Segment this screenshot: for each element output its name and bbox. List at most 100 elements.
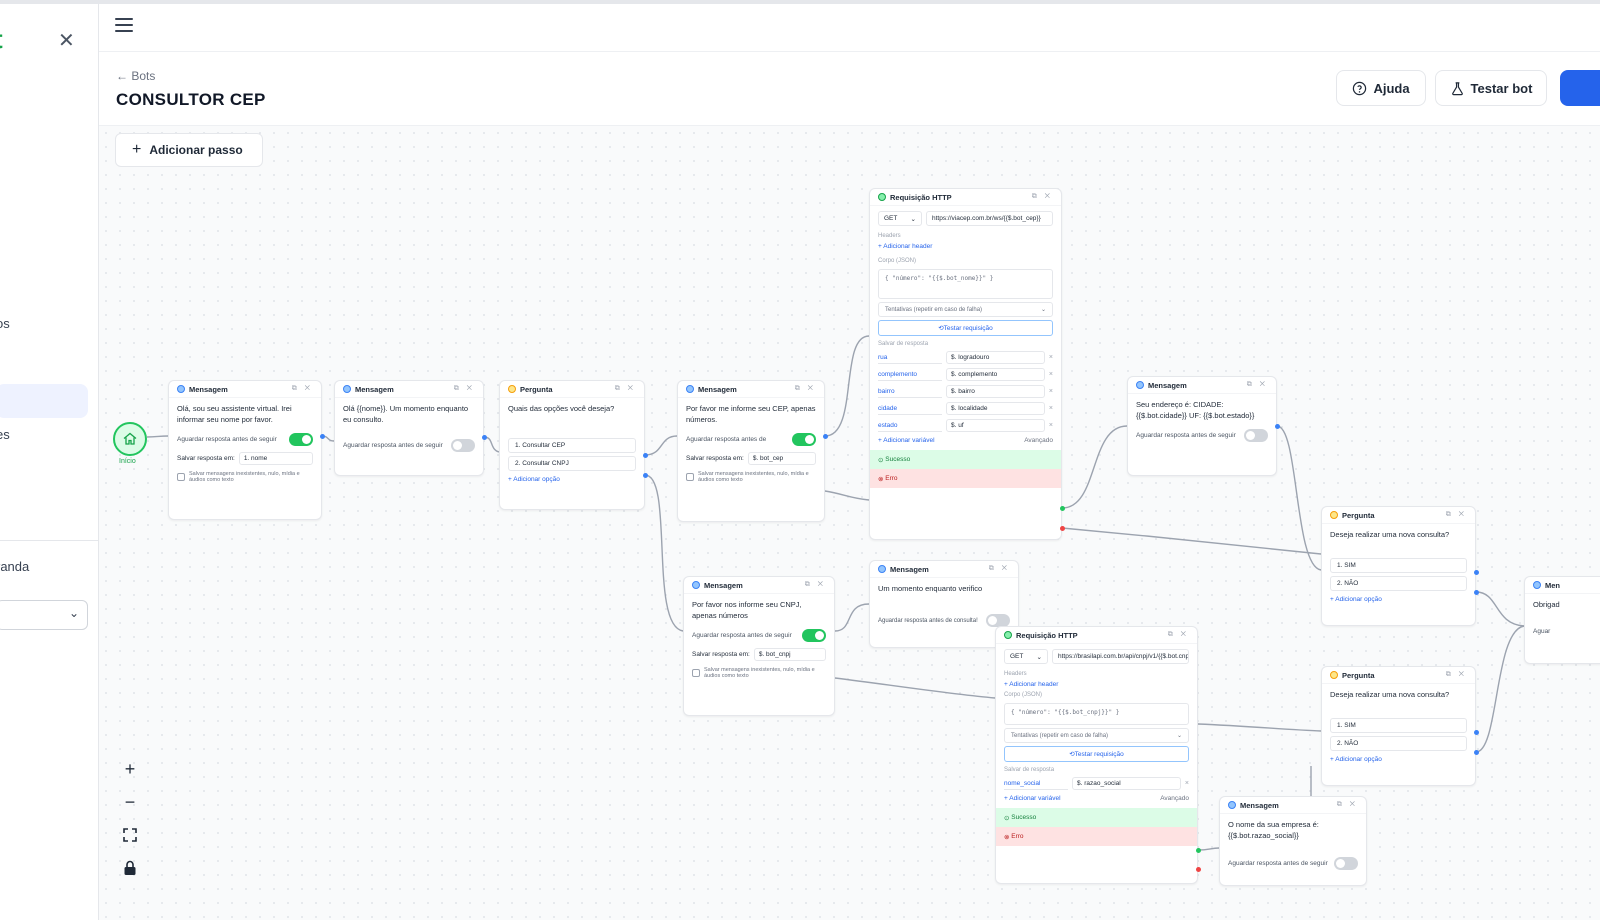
advanced-link[interactable]: Avançado xyxy=(1160,795,1189,802)
node-tools-icon[interactable]: ⧉ ✕ xyxy=(1446,511,1467,519)
save-input[interactable]: 1. nome xyxy=(238,452,313,465)
flow-canvas[interactable]: + Adicionar passo Início Mensagem ⧉ ✕ Olá,… xyxy=(99,126,1600,920)
node-tools-icon[interactable]: ⧉ ✕ xyxy=(1446,671,1467,679)
http-request-node[interactable]: Requisição HTTP ⧉ ✕ GET ⌄ https://viacep.co… xyxy=(869,188,1062,540)
url-input[interactable]: https://viacep.com.br/ws/{{$.bot_cep}} xyxy=(926,211,1053,226)
body-input[interactable]: { "número": "{{$.bot_nome}}" } xyxy=(878,269,1053,299)
sidebar-item-2[interactable]: es xyxy=(0,427,10,442)
var-path[interactable]: $. localidade xyxy=(946,402,1045,415)
zoom-in-button[interactable]: + xyxy=(115,754,145,784)
add-variable-link[interactable]: + Adicionar variável xyxy=(1004,795,1061,802)
var-path[interactable]: $. uf xyxy=(946,419,1045,432)
add-variable-link[interactable]: + Adicionar variável xyxy=(878,437,935,444)
node-tools-icon[interactable]: ⧉ ✕ xyxy=(1337,801,1358,809)
add-step-button[interactable]: + Adicionar passo xyxy=(115,133,263,167)
add-header-link[interactable]: + Adicionar header xyxy=(870,241,1061,252)
output-port[interactable] xyxy=(643,453,648,458)
option-item[interactable]: 2. NÃO xyxy=(1330,736,1467,751)
node-tools-icon[interactable]: ⧉ ✕ xyxy=(805,581,826,589)
var-name[interactable]: estado xyxy=(878,419,942,432)
advanced-link[interactable]: Avançado xyxy=(1024,437,1053,444)
output-port[interactable] xyxy=(482,435,487,440)
retries-select[interactable]: Tentativas (repetir em caso de falha) ⌄ xyxy=(878,302,1053,317)
fit-view-button[interactable] xyxy=(115,820,145,850)
output-port[interactable] xyxy=(823,434,828,439)
wait-toggle[interactable] xyxy=(802,629,826,642)
publish-button[interactable] xyxy=(1560,70,1600,106)
help-button[interactable]: Ajuda xyxy=(1336,70,1426,106)
wait-toggle[interactable] xyxy=(792,433,816,446)
output-port[interactable] xyxy=(1474,570,1479,575)
node-tools-icon[interactable]: ⧉ ✕ xyxy=(615,385,636,393)
add-option-link[interactable]: + Adicionar opção xyxy=(1322,594,1475,605)
error-port[interactable] xyxy=(1196,867,1201,872)
node-tools-icon[interactable]: ⧉ ✕ xyxy=(989,565,1010,573)
body-input[interactable]: { "número": "{{$.bot_cnpj}}" } xyxy=(1004,703,1189,725)
wait-toggle[interactable] xyxy=(451,439,475,452)
remove-icon[interactable]: × xyxy=(1185,780,1189,787)
var-path[interactable]: $. logradouro xyxy=(946,351,1045,364)
message-node[interactable]: Men Obrigad Aguar xyxy=(1524,576,1600,664)
var-name[interactable]: cidade xyxy=(878,402,942,415)
sidebar-item-3[interactable]: randa xyxy=(0,559,29,574)
method-select[interactable]: GET ⌄ xyxy=(878,211,922,226)
add-header-link[interactable]: + Adicionar header xyxy=(996,679,1197,690)
var-path[interactable]: $. complemento xyxy=(946,368,1045,381)
remove-icon[interactable]: × xyxy=(1049,354,1053,361)
node-tools-icon[interactable]: ⧉ ✕ xyxy=(795,385,816,393)
checkbox[interactable] xyxy=(686,473,694,481)
lock-button[interactable] xyxy=(115,853,145,883)
remove-icon[interactable]: × xyxy=(1049,422,1053,429)
start-node[interactable] xyxy=(113,422,147,456)
sidebar-item-active[interactable] xyxy=(0,384,88,418)
checkbox[interactable] xyxy=(177,473,185,481)
output-port[interactable] xyxy=(1474,750,1479,755)
close-icon[interactable]: ✕ xyxy=(58,28,75,53)
wait-toggle[interactable] xyxy=(1244,429,1268,442)
success-port[interactable] xyxy=(1060,506,1065,511)
node-tools-icon[interactable]: ⧉ ✕ xyxy=(1168,631,1189,639)
test-request-button[interactable]: ⟲ Testar requisição xyxy=(1004,746,1189,762)
var-path[interactable]: $. bairro xyxy=(946,385,1045,398)
var-path[interactable]: $. razao_social xyxy=(1072,777,1181,790)
node-tools-icon[interactable]: ⧉ ✕ xyxy=(292,385,313,393)
node-tools-icon[interactable]: ⧉ ✕ xyxy=(1032,193,1053,201)
message-node[interactable]: Mensagem ⧉ ✕ Olá, sou seu assistente virt… xyxy=(168,380,322,520)
question-node[interactable]: Pergunta ⧉ ✕ Deseja realizar uma nova con… xyxy=(1321,506,1476,626)
message-node[interactable]: Mensagem ⧉ ✕ Olá {{nome}}. Um momento enq… xyxy=(334,380,484,476)
option-item[interactable]: 1. SIM xyxy=(1330,558,1467,573)
output-port[interactable] xyxy=(1474,590,1479,595)
checkbox[interactable] xyxy=(692,669,700,677)
back-link[interactable]: ← Bots xyxy=(116,69,155,83)
retries-select[interactable]: Tentativas (repetir em caso de falha) ⌄ xyxy=(1004,728,1189,743)
save-input[interactable]: $. bot_cnpj xyxy=(753,648,826,661)
output-port[interactable] xyxy=(320,434,325,439)
node-tools-icon[interactable]: ⧉ ✕ xyxy=(454,385,475,393)
error-port[interactable] xyxy=(1060,526,1065,531)
add-option-link[interactable]: + Adicionar opção xyxy=(1322,754,1475,765)
option-item[interactable]: 1. SIM xyxy=(1330,718,1467,733)
url-input[interactable]: https://brasilapi.com.br/api/cnpj/v1/{{$… xyxy=(1052,649,1189,664)
wait-toggle[interactable] xyxy=(1334,857,1358,870)
option-item[interactable]: 1. Consultar CEP xyxy=(508,438,636,453)
remove-icon[interactable]: × xyxy=(1049,405,1053,412)
message-node[interactable]: Mensagem ⧉ ✕ Por favor nos informe seu CN… xyxy=(683,576,835,716)
question-node[interactable]: Pergunta ⧉ ✕ Quais das opções você deseja… xyxy=(499,380,645,510)
option-item[interactable]: 2. Consultar CNPJ xyxy=(508,456,636,471)
add-option-link[interactable]: + Adicionar opção xyxy=(500,474,644,485)
workspace-select[interactable]: ⌄ xyxy=(0,600,88,630)
test-bot-button[interactable]: Testar bot xyxy=(1435,70,1547,106)
var-name[interactable]: rua xyxy=(878,351,942,364)
option-item[interactable]: 2. NÃO xyxy=(1330,576,1467,591)
save-input[interactable]: $. bot_cep xyxy=(747,452,816,465)
output-port[interactable] xyxy=(1275,424,1280,429)
var-name[interactable]: nome_social xyxy=(1004,777,1068,790)
message-node[interactable]: Mensagem ⧉ ✕ Seu endereço é: CIDADE: {{$.… xyxy=(1127,376,1277,476)
var-name[interactable]: complemento xyxy=(878,368,942,381)
question-node[interactable]: Pergunta ⧉ ✕ Deseja realizar uma nova con… xyxy=(1321,666,1476,786)
remove-icon[interactable]: × xyxy=(1049,388,1053,395)
menu-icon[interactable] xyxy=(115,18,133,32)
http-request-node[interactable]: Requisição HTTP ⧉ ✕ GET ⌄ https://brasilapi… xyxy=(995,626,1198,884)
method-select[interactable]: GET ⌄ xyxy=(1004,649,1048,664)
var-name[interactable]: bairro xyxy=(878,385,942,398)
